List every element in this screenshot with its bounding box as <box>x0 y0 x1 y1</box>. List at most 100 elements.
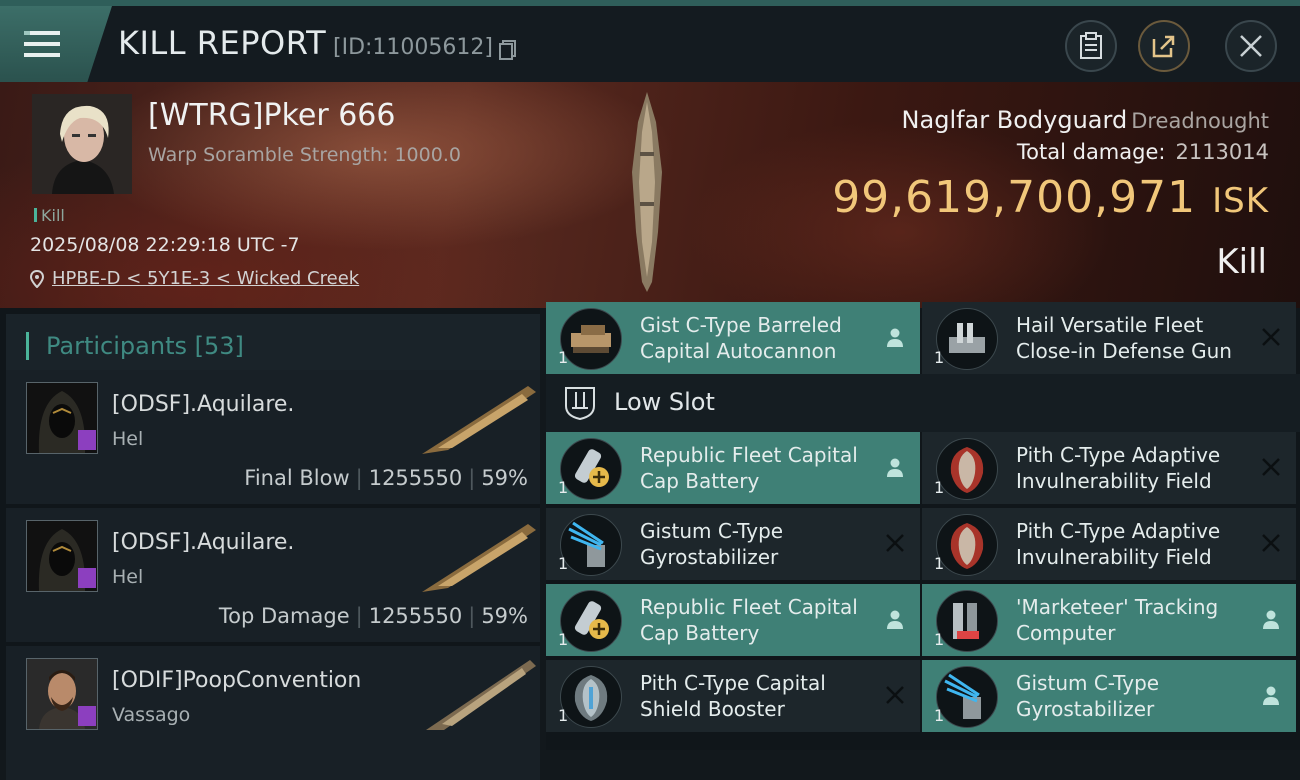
module-item[interactable]: 1 Hail Versatile Fleet Close-in Defense G… <box>922 302 1296 374</box>
modules-panel: 1 Gist C-Type Barreled Capital Autocannon… <box>546 302 1300 750</box>
isk-amount: 99,619,700,971 <box>832 172 1197 223</box>
participant-stats: Final Blow | 1255550 | 59% <box>244 466 528 490</box>
module-item[interactable]: 1 Gistum C-Type Gyrostabilizer <box>922 660 1296 732</box>
victim-ship-class: Dreadnought <box>1131 109 1269 133</box>
participants-header[interactable]: Participants [53] <box>6 314 540 376</box>
separator: | <box>468 604 476 628</box>
module-name: Gistum C-Type Gyrostabilizer <box>1016 670 1159 722</box>
menu-button[interactable] <box>0 6 112 82</box>
module-name: 'Marketeer' Tracking Computer <box>1016 594 1218 646</box>
participant-ship-image <box>426 660 536 730</box>
participants-panel: Participants [53] [ODSF].Aquilare. Hel F… <box>0 308 540 780</box>
kill-result: Kill <box>1216 242 1267 282</box>
module-name-line: Pith C-Type Adaptive <box>1016 519 1221 543</box>
module-name-line: Close-in Defense Gun <box>1016 339 1232 363</box>
pilot-tag-icon <box>78 568 96 588</box>
kill-location[interactable]: HPBE-D < 5Y1E-3 < Wicked Creek <box>30 268 359 289</box>
module-name-line: Invulnerability Field <box>1016 469 1212 493</box>
warp-scramble-strength: Warp Soramble Strength: 1000.0 <box>148 144 461 166</box>
kill-banner: [WTRG]Pker 666 Warp Soramble Strength: 1… <box>0 82 1300 308</box>
participant-ship-image <box>422 386 536 454</box>
module-name-line: Computer <box>1016 621 1116 645</box>
kill-tag-label: Kill <box>41 206 65 225</box>
defense-gun-icon <box>936 308 998 370</box>
gyrostabilizer-icon <box>936 666 998 728</box>
participant-stats: Top Damage | 1255550 | 59% <box>219 604 528 628</box>
module-name: Pith C-Type Adaptive Invulnerability Fiel… <box>1016 442 1220 494</box>
module-item[interactable]: 1 Gist C-Type Barreled Capital Autocannon <box>546 302 920 374</box>
module-name-line: Republic Fleet Capital <box>640 595 858 619</box>
module-item[interactable]: 1 Republic Fleet Capital Cap Battery <box>546 432 920 504</box>
module-name-line: Gistum C-Type <box>1016 671 1160 695</box>
invulnerability-field-icon <box>936 514 998 576</box>
module-name: Gist C-Type Barreled Capital Autocannon <box>640 312 842 364</box>
module-name-line: Gistum C-Type <box>640 519 784 543</box>
total-damage-label: Total damage: <box>1016 140 1166 164</box>
participant-ship: Vassago <box>112 704 191 726</box>
participants-count: [53] <box>194 332 244 360</box>
total-damage: Total damage: 2113014 <box>1017 140 1269 164</box>
destroyed-x-icon <box>1262 328 1280 346</box>
close-button[interactable] <box>1225 20 1277 72</box>
share-icon <box>1152 35 1175 58</box>
module-item[interactable]: 1 Pith C-Type Adaptive Invulnerability Fi… <box>922 508 1296 580</box>
victim-ship[interactable]: Naglfar Bodyguard Dreadnought <box>902 106 1269 134</box>
clipboard-button[interactable] <box>1065 20 1117 72</box>
participant-row[interactable]: [ODSF].Aquilare. Hel Top Damage | 1255550 |… <box>6 508 540 642</box>
low-slot-label: Low Slot <box>614 388 715 416</box>
isk-value: 99,619,700,971 ISK <box>832 172 1269 223</box>
report-id: [ID:11005612] <box>333 35 493 60</box>
module-name-line: Invulnerability Field <box>1016 545 1212 569</box>
module-name-line: Capital Autocannon <box>640 339 837 363</box>
module-name-line: Gist C-Type Barreled <box>640 313 842 337</box>
module-qty: 1 <box>558 554 569 573</box>
participant-name: [ODSF].Aquilare. <box>112 530 295 555</box>
module-qty: 1 <box>558 706 569 725</box>
location-link[interactable]: HPBE-D < 5Y1E-3 < Wicked Creek <box>52 268 359 289</box>
participant-row[interactable]: [ODSF].Aquilare. Hel Final Blow | 1255550 |… <box>6 370 540 504</box>
low-slot-icon <box>565 387 595 420</box>
close-icon <box>1240 35 1262 57</box>
module-item[interactable]: 1 Pith C-Type Adaptive Invulnerability Fi… <box>922 432 1296 504</box>
gyrostabilizer-icon <box>560 514 622 576</box>
isk-unit: ISK <box>1212 181 1269 221</box>
module-name: Gistum C-Type Gyrostabilizer <box>640 518 783 570</box>
module-item[interactable]: 1 'Marketeer' Tracking Computer <box>922 584 1296 656</box>
pilot-tag-icon <box>78 430 96 450</box>
module-item[interactable]: 1 Pith C-Type Capital Shield Booster <box>546 660 920 732</box>
module-name-line: Cap Battery <box>640 469 760 493</box>
module-item[interactable]: 1 Gistum C-Type Gyrostabilizer <box>546 508 920 580</box>
share-button[interactable] <box>1138 20 1190 72</box>
kill-tag: Kill <box>34 206 65 225</box>
character-portrait-image <box>32 94 132 194</box>
module-name: Hail Versatile Fleet Close-in Defense Gun <box>1016 312 1232 364</box>
top-bar: KILL REPORT [ID:11005612] <box>0 0 1300 82</box>
module-name-line: Hail Versatile Fleet <box>1016 313 1204 337</box>
participant-ship: Hel <box>112 566 144 588</box>
module-qty: 1 <box>558 478 569 497</box>
module-name: Republic Fleet Capital Cap Battery <box>640 442 858 494</box>
participant-role: Final Blow <box>244 466 350 490</box>
page-title: KILL REPORT <box>118 24 327 62</box>
tracking-computer-icon <box>936 590 998 652</box>
module-name-line: Shield Booster <box>640 697 785 721</box>
victim-portrait[interactable] <box>32 94 132 194</box>
victim-ship-name: Naglfar Bodyguard <box>901 106 1128 134</box>
module-qty: 1 <box>934 630 945 649</box>
location-pin-icon <box>30 269 44 288</box>
participant-role: Top Damage <box>218 604 350 628</box>
module-qty: 1 <box>934 554 945 573</box>
separator: | <box>355 604 363 628</box>
module-qty: 1 <box>934 478 945 497</box>
module-qty: 1 <box>934 706 945 725</box>
participant-ship: Hel <box>112 428 144 450</box>
module-name: Pith C-Type Capital Shield Booster <box>640 670 826 722</box>
victim-ship-image <box>632 92 662 292</box>
victim-pilot-name[interactable]: [WTRG]Pker 666 <box>148 98 395 133</box>
participant-row[interactable]: [ODIF]PoopConvention Vassago <box>6 646 540 780</box>
fitted-person-icon <box>887 328 903 347</box>
copy-icon[interactable] <box>499 40 517 60</box>
module-name: Republic Fleet Capital Cap Battery <box>640 594 858 646</box>
module-item[interactable]: 1 Republic Fleet Capital Cap Battery <box>546 584 920 656</box>
participants-label: Participants <box>46 332 187 360</box>
